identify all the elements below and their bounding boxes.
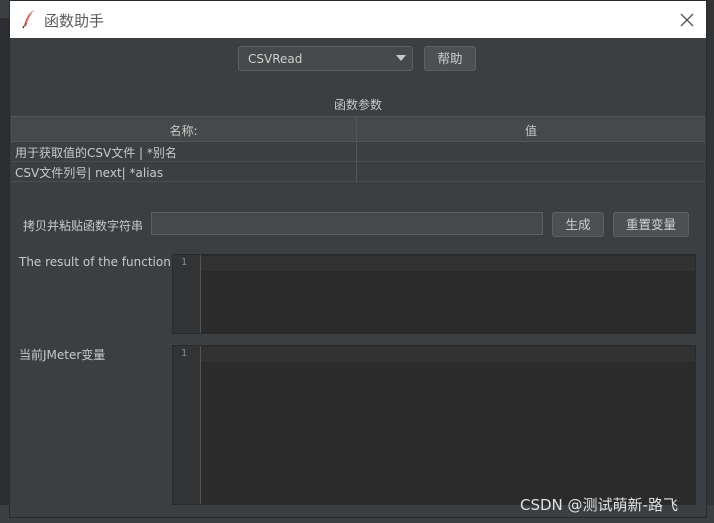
table-row[interactable]: CSV文件列号| next| *alias	[11, 162, 705, 182]
jmeter-variables-label: 当前JMeter变量	[19, 348, 106, 362]
function-select-value: CSVRead	[248, 52, 303, 66]
line-number: 1	[181, 348, 188, 359]
line-gutter: 1	[173, 346, 201, 504]
param-name-cell: CSV文件列号| next| *alias	[15, 166, 164, 180]
table-row[interactable]: 用于获取值的CSV文件 | *别名	[11, 142, 705, 162]
watermark: CSDN @测试萌新-路飞	[520, 496, 678, 514]
result-editor[interactable]: 1	[172, 254, 696, 334]
reset-variables-button[interactable]: 重置变量	[613, 212, 689, 237]
jmeter-variables-editor[interactable]: 1	[172, 345, 696, 505]
function-helper-dialog: 函数助手 CSVRead 帮助 函数参数 名称: 值 用于获取值的CSV文件 |…	[9, 0, 707, 518]
feather-pen-icon	[22, 10, 34, 29]
parameters-section-title: 函数参数	[333, 98, 382, 112]
close-icon[interactable]	[676, 9, 698, 31]
current-line-highlight	[201, 347, 695, 362]
line-gutter: 1	[173, 255, 201, 333]
window-title: 函数助手	[44, 12, 105, 30]
help-button[interactable]: 帮助	[424, 46, 476, 71]
function-select[interactable]: CSVRead	[238, 46, 413, 71]
column-divider	[356, 116, 357, 182]
param-name-cell: 用于获取值的CSV文件 | *别名	[15, 146, 177, 160]
generate-button[interactable]: 生成	[552, 212, 604, 237]
chevron-down-icon	[396, 55, 406, 61]
current-line-highlight	[201, 256, 695, 271]
table-header: 名称: 值	[11, 116, 705, 142]
result-label: The result of the function is	[19, 255, 185, 269]
column-header-name[interactable]: 名称:	[11, 122, 356, 139]
column-header-value[interactable]: 值	[357, 122, 705, 139]
function-string-input[interactable]	[151, 212, 543, 235]
title-bar[interactable]: 函数助手	[10, 1, 706, 38]
line-number: 1	[181, 257, 188, 268]
function-string-label: 拷贝并粘贴函数字符串	[23, 219, 144, 233]
